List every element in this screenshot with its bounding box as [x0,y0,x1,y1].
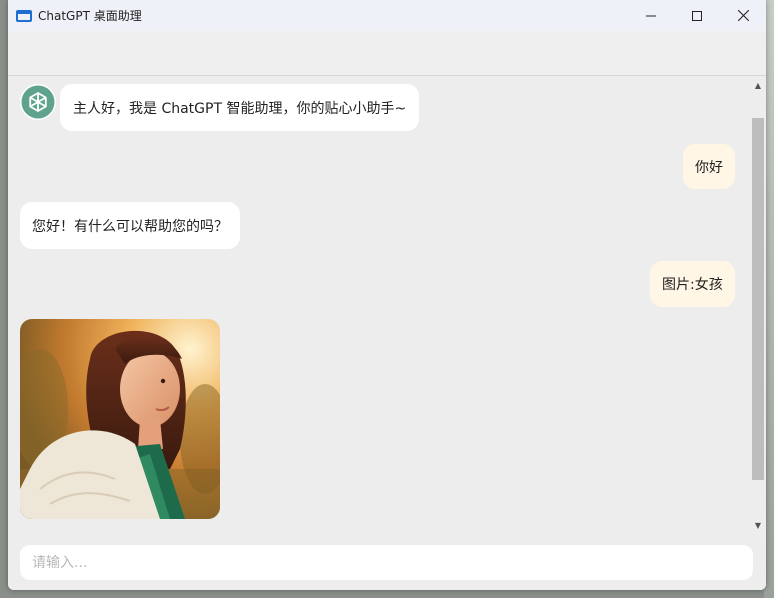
message-text: 图片:女孩 [662,277,723,293]
message-text: 主人好，我是 ChatGPT 智能助理，你的贴心小助手~ [73,100,407,117]
scroll-up-arrow-icon[interactable]: ▲ [750,78,766,92]
message-text: 你好 [695,159,723,176]
girl-photo-image [20,319,220,519]
message-bubble-user: 你好 [683,144,735,189]
window-title: ChatGPT 桌面助理 [38,9,142,23]
close-button[interactable] [720,0,766,31]
maximize-button[interactable] [674,0,720,31]
message-bubble-assistant: 您好！有什么可以帮助您的吗？ [20,202,240,249]
message-input[interactable] [20,545,753,580]
openai-logo-icon [21,85,55,119]
message-text: 您好！有什么可以帮助您的吗？ [32,218,228,235]
title-bar[interactable]: ChatGPT 桌面助理 [8,0,766,31]
message-bubble-user: 图片:女孩 [650,261,735,307]
input-bar [8,534,766,590]
message-bubble-assistant: 主人好，我是 ChatGPT 智能助理，你的贴心小助手~ [60,84,420,131]
maximize-icon [692,10,702,21]
minimize-button[interactable] [628,0,674,31]
minimize-icon [646,15,656,16]
close-icon [737,10,749,21]
chat-scrollbar[interactable]: ▲ ▼ [750,76,766,534]
window-app-icon [16,9,32,22]
message-image-girl[interactable] [20,319,220,519]
scroll-down-arrow-icon[interactable]: ▼ [750,518,766,532]
assistant-avatar [20,84,56,120]
toolbar-area [8,31,766,76]
app-window: ChatGPT 桌面助理 主人好，我是 ChatGPT 智能助理，你的贴心小助手… [8,0,766,590]
window-controls [628,0,766,31]
chat-message-list[interactable]: 主人好，我是 ChatGPT 智能助理，你的贴心小助手~ 你好 您好！有什么可以… [8,76,750,534]
scrollbar-thumb[interactable] [752,118,764,480]
